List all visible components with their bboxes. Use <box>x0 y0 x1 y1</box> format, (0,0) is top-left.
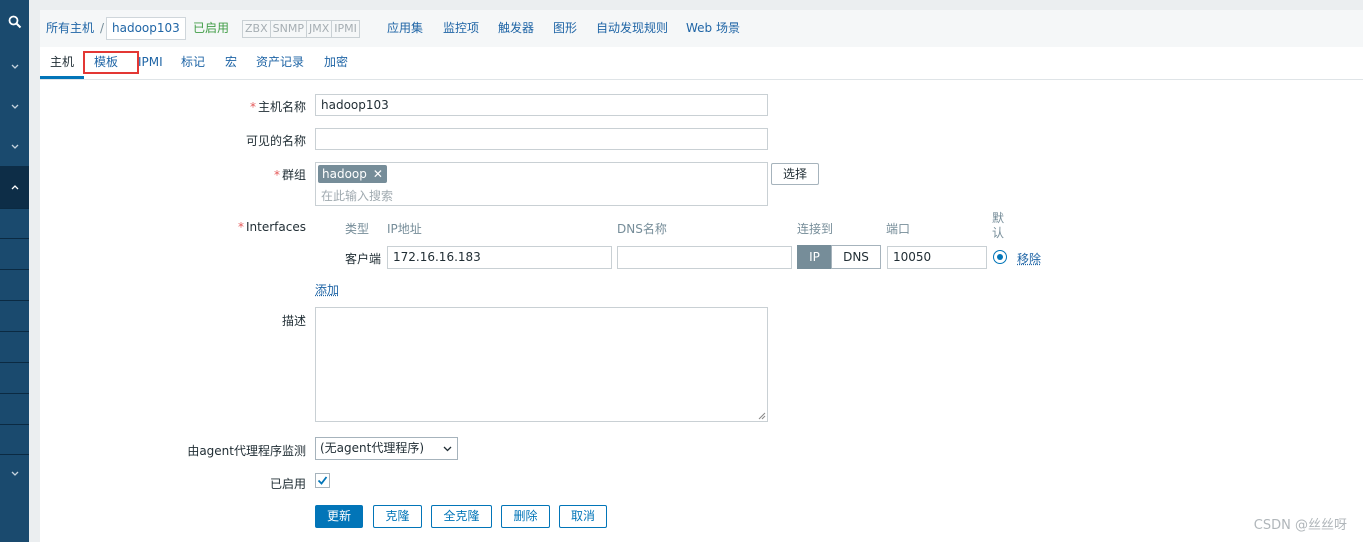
link-graphs[interactable]: 图形 <box>553 10 577 47</box>
sidebar-divider <box>0 331 29 332</box>
sidebar-divider <box>0 362 29 363</box>
chevron-down-icon[interactable] <box>0 54 29 80</box>
visible-name-label: 可见的名称 <box>245 134 306 148</box>
interfaces-label-text: Interfaces <box>246 220 306 234</box>
remove-interface-link[interactable]: 移除 <box>1017 250 1041 267</box>
host-status-enabled[interactable]: 已启用 <box>193 10 229 47</box>
host-name-label-text: 主机名称 <box>257 100 306 114</box>
breadcrumb-separator: / <box>100 21 105 35</box>
link-triggers[interactable]: 触发器 <box>498 10 534 47</box>
proxy-select-value: (无agent代理程序) <box>320 441 425 455</box>
chevron-down-icon[interactable] <box>0 461 29 487</box>
clone-button[interactable]: 克隆 <box>373 505 422 528</box>
interface-ip-header: IP地址 <box>387 222 422 236</box>
link-applications[interactable]: 应用集 <box>387 10 423 47</box>
visible-name-input[interactable] <box>315 128 768 150</box>
interface-ip-input[interactable]: 172.16.16.183 <box>387 246 612 269</box>
groups-label-text: 群组 <box>281 168 306 182</box>
description-label: 描述 <box>281 314 306 328</box>
tab-macros[interactable]: 宏 <box>225 47 237 77</box>
sidebar-divider <box>0 300 29 301</box>
sidebar-divider <box>0 238 29 239</box>
zbx-status-tag: ZBX <box>242 20 271 38</box>
host-navigation-bar: 所有主机 / hadoop103 已启用 ZBX SNMP JMX IPMI 应… <box>40 10 1363 48</box>
tab-inventory[interactable]: 资产记录 <box>256 47 304 77</box>
enabled-checkbox[interactable] <box>315 473 330 488</box>
sidebar-divider <box>0 393 29 394</box>
sidebar-divider <box>0 454 29 455</box>
ipmi-status-tag: IPMI <box>331 20 360 38</box>
connect-to-dns-toggle[interactable]: DNS <box>831 245 881 269</box>
interface-dns-input[interactable] <box>617 246 792 269</box>
interfaces-label: * Interfaces <box>238 220 306 234</box>
tab-tags[interactable]: 标记 <box>181 47 205 77</box>
group-chip-label: hadoop <box>322 167 367 181</box>
sidebar-divider <box>0 208 29 209</box>
jmx-status-tag: JMX <box>305 20 333 38</box>
interface-dns-header: DNS名称 <box>617 222 667 236</box>
chevron-down-icon[interactable] <box>0 94 29 120</box>
proxy-label: 由agent代理程序监测 <box>187 444 306 458</box>
cancel-button[interactable]: 取消 <box>559 505 607 528</box>
description-textarea[interactable] <box>315 307 768 422</box>
link-items[interactable]: 监控项 <box>443 10 479 47</box>
enabled-label: 已启用 <box>269 477 306 491</box>
interface-availability: ZBX SNMP JMX IPMI <box>242 20 360 38</box>
group-chip: hadoop ✕ <box>318 165 387 183</box>
groups-search-placeholder[interactable]: 在此输入搜索 <box>321 187 393 204</box>
sidebar-divider <box>0 424 29 425</box>
chevron-down-icon[interactable] <box>0 134 29 160</box>
watermark: CSDN @丝丝呀 <box>1253 518 1347 533</box>
chevron-down-icon <box>443 446 452 452</box>
remove-chip-icon[interactable]: ✕ <box>373 167 383 181</box>
host-name-input[interactable]: hadoop103 <box>315 94 768 116</box>
sidebar-divider <box>0 269 29 270</box>
interface-port-header: 端口 <box>886 222 911 236</box>
breadcrumb-all-hosts[interactable]: 所有主机 <box>46 10 94 47</box>
snmp-status-tag: SNMP <box>269 20 307 38</box>
breadcrumb-host[interactable]: hadoop103 <box>106 17 186 40</box>
interface-type-agent: 客户端 <box>345 252 382 266</box>
select-groups-button[interactable]: 选择 <box>771 163 819 185</box>
search-icon[interactable] <box>0 8 29 36</box>
highlight-box <box>83 51 139 74</box>
link-web-scenarios[interactable]: Web 场景 <box>686 10 740 47</box>
proxy-select[interactable]: (无agent代理程序) <box>315 437 458 460</box>
chevron-up-icon[interactable] <box>0 174 29 200</box>
resize-handle-icon[interactable] <box>758 412 766 420</box>
host-form: * 主机名称 hadoop103 可见的名称 * 群组 hadoop ✕ 在此输入搜索… <box>40 80 1363 542</box>
interface-default-header: 默认 <box>992 211 1005 240</box>
checkmark-icon <box>317 476 328 485</box>
full-clone-button[interactable]: 全克隆 <box>431 505 492 528</box>
groups-label: * 群组 <box>273 168 306 182</box>
host-tabs: 主机 模板 IPMI 标记 宏 资产记录 加密 <box>40 47 1363 80</box>
default-interface-radio[interactable] <box>993 250 1007 264</box>
interface-connect-header: 连接到 <box>797 222 834 236</box>
add-interface-link[interactable]: 添加 <box>315 281 339 298</box>
link-discovery-rules[interactable]: 自动发现规则 <box>596 10 668 47</box>
sidebar <box>0 0 29 542</box>
host-name-label: * 主机名称 <box>249 100 306 114</box>
interface-port-input[interactable]: 10050 <box>887 246 987 269</box>
interface-type-header: 类型 <box>345 222 370 236</box>
tab-host[interactable]: 主机 <box>40 47 85 79</box>
tab-encryption[interactable]: 加密 <box>324 47 348 77</box>
connect-to-ip-toggle[interactable]: IP <box>797 245 832 269</box>
update-button[interactable]: 更新 <box>315 505 363 528</box>
tab-ipmi[interactable]: IPMI <box>138 47 163 77</box>
delete-button[interactable]: 删除 <box>501 505 550 528</box>
